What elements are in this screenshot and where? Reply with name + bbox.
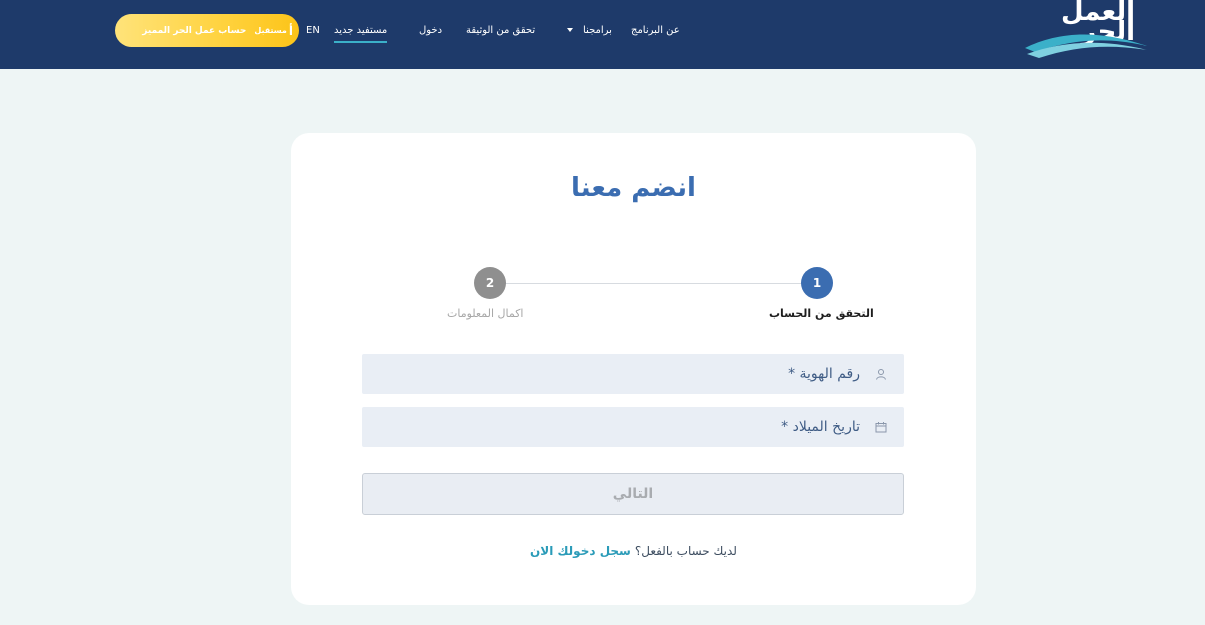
premium-account-label: حساب عمل الحر المميز bbox=[142, 25, 247, 36]
login-prompt: لديك حساب بالفعل؟سجل دخولك الان bbox=[291, 544, 976, 558]
id-number-input[interactable] bbox=[380, 366, 860, 382]
user-icon bbox=[874, 367, 888, 381]
calendar-icon bbox=[874, 420, 888, 434]
next-button[interactable]: التالي bbox=[362, 473, 904, 515]
nav-about[interactable]: عن البرنامج bbox=[631, 25, 680, 36]
id-number-field bbox=[362, 354, 904, 394]
nav-programs[interactable]: برامجنا bbox=[567, 25, 612, 36]
nav-login[interactable]: دخول bbox=[419, 25, 442, 36]
top-navbar: العمل الحر عن البرنامج برامجنا تحقق من ا… bbox=[0, 0, 1205, 69]
have-account-text: لديك حساب بالفعل؟ bbox=[634, 544, 737, 558]
logo-wave-icon bbox=[1025, 34, 1147, 58]
nav-programs-label: برامجنا bbox=[583, 25, 612, 36]
nav-new-beneficiary[interactable]: مستفيد جديد bbox=[334, 25, 388, 43]
signup-card: انضم معنا 1 2 التحقق من الحساب اكمال الم… bbox=[291, 133, 976, 605]
stepper-line bbox=[490, 283, 817, 284]
birth-date-field bbox=[362, 407, 904, 447]
page-title: انضم معنا bbox=[571, 173, 696, 203]
nav-verify-document[interactable]: تحقق من الوثيقة bbox=[466, 25, 535, 36]
caret-down-icon bbox=[567, 28, 573, 32]
birth-date-input[interactable] bbox=[380, 419, 860, 435]
step-1-circle: 1 bbox=[801, 267, 833, 299]
login-link[interactable]: سجل دخولك الان bbox=[530, 544, 631, 558]
step-2-label: اكمال المعلومات bbox=[447, 307, 524, 320]
step-1-label: التحقق من الحساب bbox=[769, 307, 874, 320]
step-2-circle: 2 bbox=[474, 267, 506, 299]
language-toggle[interactable]: EN bbox=[306, 25, 320, 36]
brand-logo[interactable]: العمل الحر bbox=[1025, 0, 1153, 62]
premium-account-button[interactable]: أ مستقبل حساب عمل الحر المميز bbox=[115, 14, 299, 47]
mustaqbil-logo-icon: أ مستقبل bbox=[254, 23, 293, 38]
